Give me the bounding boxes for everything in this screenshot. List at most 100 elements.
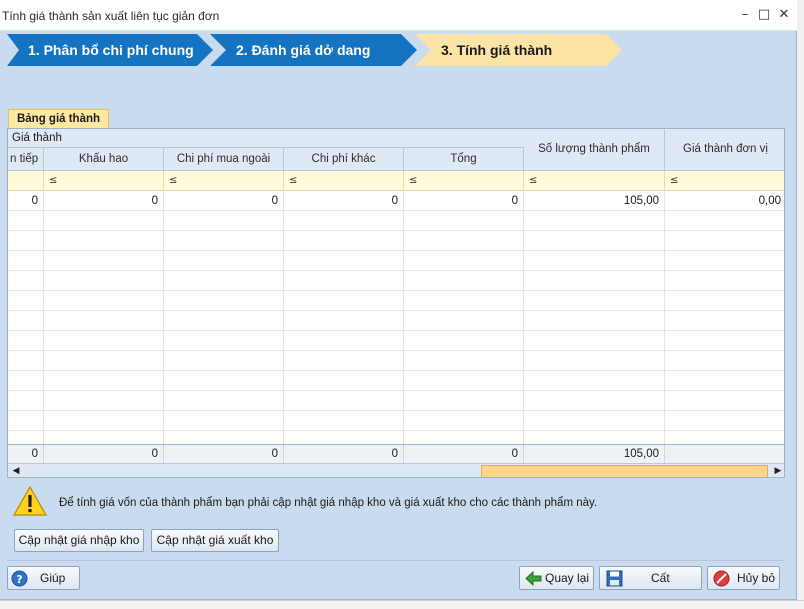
cell-total[interactable] bbox=[404, 351, 524, 371]
cell-unit-cost[interactable] bbox=[665, 251, 784, 271]
cell-direct[interactable] bbox=[8, 231, 44, 251]
cell-depreciation[interactable] bbox=[44, 351, 164, 371]
back-button[interactable]: Quay lại bbox=[519, 566, 594, 590]
step-3-calculate-cost[interactable]: 3. Tính giá thành bbox=[415, 34, 622, 66]
cell-total[interactable] bbox=[404, 371, 524, 391]
minimize-button[interactable]: – bbox=[737, 6, 753, 24]
cell-direct[interactable] bbox=[8, 351, 44, 371]
cell-outsourced-cost[interactable] bbox=[164, 271, 284, 291]
cell-unit-cost[interactable] bbox=[665, 291, 784, 311]
cell-outsourced-cost[interactable] bbox=[164, 371, 284, 391]
column-header-total[interactable]: Tổng bbox=[404, 148, 524, 171]
cell-direct[interactable]: 0 bbox=[8, 191, 44, 211]
cell-total[interactable] bbox=[404, 251, 524, 271]
table-row[interactable] bbox=[8, 251, 784, 271]
cell-depreciation[interactable] bbox=[44, 391, 164, 411]
cell-depreciation[interactable] bbox=[44, 411, 164, 431]
save-button[interactable]: Cất bbox=[599, 566, 702, 590]
table-row[interactable] bbox=[8, 311, 784, 331]
cell-finished-quantity[interactable] bbox=[524, 271, 665, 291]
filter-cell[interactable]: ≤ bbox=[164, 171, 284, 191]
cell-direct[interactable] bbox=[8, 331, 44, 351]
cell-total[interactable] bbox=[404, 271, 524, 291]
cell-unit-cost[interactable] bbox=[665, 371, 784, 391]
cell-finished-quantity[interactable] bbox=[524, 411, 665, 431]
cell-depreciation[interactable] bbox=[44, 371, 164, 391]
table-row[interactable] bbox=[8, 351, 784, 371]
cell-unit-cost[interactable] bbox=[665, 411, 784, 431]
cell-direct[interactable] bbox=[8, 371, 44, 391]
cell-finished-quantity[interactable] bbox=[524, 211, 665, 231]
cell-depreciation[interactable] bbox=[44, 291, 164, 311]
cell-outsourced-cost[interactable] bbox=[164, 411, 284, 431]
step-2-evaluate-wip[interactable]: 2. Đánh giá dở dang bbox=[210, 34, 417, 66]
column-header-finished-quantity[interactable]: Số lượng thành phẩm bbox=[524, 129, 665, 171]
cell-unit-cost[interactable] bbox=[665, 331, 784, 351]
table-row[interactable] bbox=[8, 331, 784, 351]
cell-outsourced-cost[interactable] bbox=[164, 351, 284, 371]
cell-finished-quantity[interactable] bbox=[524, 331, 665, 351]
cell-direct[interactable] bbox=[8, 291, 44, 311]
scroll-right-icon[interactable]: ▶ bbox=[770, 464, 784, 477]
cell-total[interactable]: 0 bbox=[404, 191, 524, 211]
cell-other-cost[interactable] bbox=[284, 291, 404, 311]
cell-total[interactable] bbox=[404, 291, 524, 311]
table-row[interactable] bbox=[8, 291, 784, 311]
filter-cell[interactable]: ≤ bbox=[404, 171, 524, 191]
cell-other-cost[interactable] bbox=[284, 371, 404, 391]
cell-finished-quantity[interactable] bbox=[524, 291, 665, 311]
cell-direct[interactable] bbox=[8, 391, 44, 411]
cell-depreciation[interactable] bbox=[44, 311, 164, 331]
cell-direct[interactable] bbox=[8, 211, 44, 231]
help-button[interactable]: ? Giúp bbox=[7, 566, 80, 590]
filter-cell[interactable]: ≤ bbox=[524, 171, 665, 191]
cell-other-cost[interactable]: 0 bbox=[284, 191, 404, 211]
scrollbar-thumb[interactable] bbox=[481, 465, 768, 477]
cell-unit-cost[interactable] bbox=[665, 311, 784, 331]
cost-grid[interactable]: Giá thành n tiếp Khấu hao Chi phí mua ng… bbox=[7, 128, 785, 478]
cell-total[interactable] bbox=[404, 311, 524, 331]
update-export-price-button[interactable]: Cập nhật giá xuất kho bbox=[151, 529, 279, 552]
cell-other-cost[interactable] bbox=[284, 251, 404, 271]
cell-direct[interactable] bbox=[8, 271, 44, 291]
cell-finished-quantity[interactable] bbox=[524, 231, 665, 251]
cell-finished-quantity[interactable] bbox=[524, 251, 665, 271]
cell-direct[interactable] bbox=[8, 311, 44, 331]
cell-outsourced-cost[interactable] bbox=[164, 311, 284, 331]
cell-depreciation[interactable]: 0 bbox=[44, 191, 164, 211]
tab-cost-table[interactable]: Bảng giá thành bbox=[8, 109, 109, 129]
table-row[interactable] bbox=[8, 231, 784, 251]
column-header-depreciation[interactable]: Khấu hao bbox=[44, 148, 164, 171]
cancel-button[interactable]: Hủy bỏ bbox=[707, 566, 780, 590]
cell-finished-quantity[interactable] bbox=[524, 391, 665, 411]
cell-other-cost[interactable] bbox=[284, 351, 404, 371]
table-row[interactable] bbox=[8, 411, 784, 431]
cell-unit-cost[interactable] bbox=[665, 211, 784, 231]
filter-cell[interactable]: ≤ bbox=[665, 171, 784, 191]
table-row[interactable] bbox=[8, 211, 784, 231]
close-button[interactable]: ✕ bbox=[776, 6, 792, 24]
cell-finished-quantity[interactable] bbox=[524, 311, 665, 331]
cell-other-cost[interactable] bbox=[284, 231, 404, 251]
cell-total[interactable] bbox=[404, 231, 524, 251]
cell-finished-quantity[interactable]: 105,00 bbox=[524, 191, 665, 211]
cell-depreciation[interactable] bbox=[44, 251, 164, 271]
step-1-allocate-overhead[interactable]: 1. Phân bổ chi phí chung bbox=[7, 34, 213, 66]
filter-cell[interactable]: ≤ bbox=[44, 171, 164, 191]
cell-depreciation[interactable] bbox=[44, 211, 164, 231]
cell-outsourced-cost[interactable] bbox=[164, 391, 284, 411]
cell-finished-quantity[interactable] bbox=[524, 351, 665, 371]
cell-unit-cost[interactable] bbox=[665, 351, 784, 371]
cell-other-cost[interactable] bbox=[284, 411, 404, 431]
cell-other-cost[interactable] bbox=[284, 331, 404, 351]
filter-cell[interactable] bbox=[8, 171, 44, 191]
cell-other-cost[interactable] bbox=[284, 211, 404, 231]
cell-other-cost[interactable] bbox=[284, 391, 404, 411]
cell-unit-cost[interactable] bbox=[665, 231, 784, 251]
cell-outsourced-cost[interactable] bbox=[164, 291, 284, 311]
cell-unit-cost[interactable]: 0,00 bbox=[665, 191, 784, 211]
cell-depreciation[interactable] bbox=[44, 271, 164, 291]
maximize-button[interactable]: □ bbox=[756, 6, 772, 24]
cell-unit-cost[interactable] bbox=[665, 271, 784, 291]
cell-total[interactable] bbox=[404, 411, 524, 431]
